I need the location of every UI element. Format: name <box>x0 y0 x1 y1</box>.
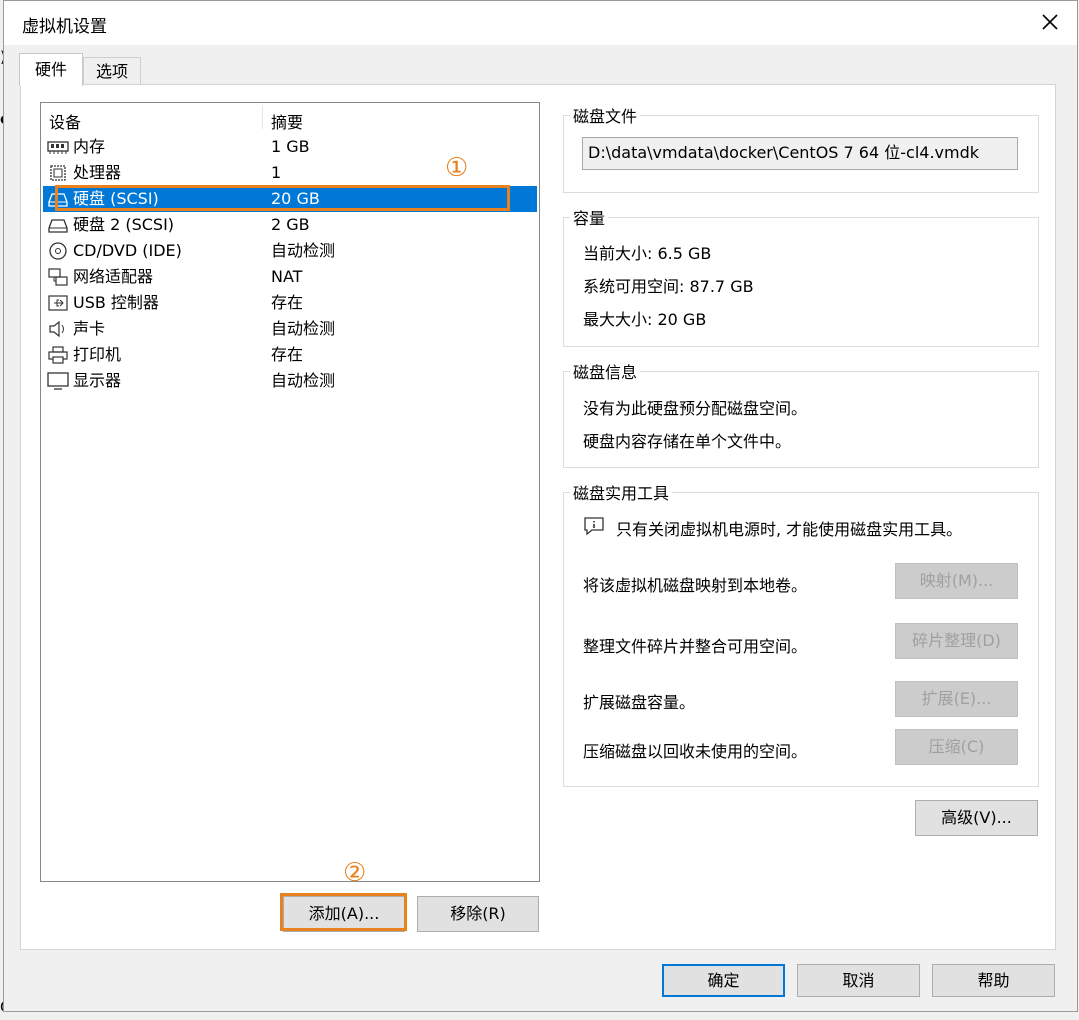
cd-dvd-icon <box>46 242 70 260</box>
tab-hardware-label: 硬件 <box>34 60 67 79</box>
tab-hardware[interactable]: 硬件 <box>19 53 83 86</box>
cancel-button[interactable]: 取消 <box>797 964 920 997</box>
harddisk-icon <box>46 216 70 234</box>
title-bar: 虚拟机设置 <box>4 1 1077 45</box>
utilities-notice: 只有关闭虚拟机电源时, 才能使用磁盘实用工具。 <box>616 520 963 539</box>
device-list[interactable]: 设备 摘要 内存 1 GB 处理器 1 硬盘 (SCSI) 20 GB 硬盘 2… <box>40 102 540 882</box>
capacity-legend: 容量 <box>570 205 609 229</box>
window-title: 虚拟机设置 <box>22 17 107 37</box>
device-summary: 1 GB <box>271 137 310 156</box>
device-name: USB 控制器 <box>73 293 159 312</box>
close-button[interactable] <box>1037 9 1063 35</box>
compact-button[interactable]: 压缩(C) <box>895 729 1018 765</box>
info-icon <box>583 516 605 536</box>
sound-icon <box>46 320 70 338</box>
current-size: 当前大小: 6.5 GB <box>583 244 712 263</box>
disk-utilities-legend: 磁盘实用工具 <box>570 480 673 504</box>
device-summary: 存在 <box>271 345 304 364</box>
device-summary: 自动检测 <box>271 241 336 260</box>
max-size: 最大大小: 20 GB <box>583 310 707 329</box>
usb-icon <box>46 294 70 312</box>
expand-button[interactable]: 扩展(E)... <box>895 681 1018 717</box>
tab-options-label: 选项 <box>95 62 128 81</box>
device-name: 硬盘 2 (SCSI) <box>73 215 175 234</box>
annotation-marker-1: ① <box>445 153 469 183</box>
device-row-cd-dvd[interactable]: CD/DVD (IDE) 自动检测 <box>43 238 537 264</box>
map-button[interactable]: 映射(M)... <box>895 563 1018 599</box>
device-name: 网络适配器 <box>73 267 154 286</box>
remove-button[interactable]: 移除(R) <box>417 896 539 932</box>
add-button[interactable]: 添加(A)... <box>283 896 405 932</box>
processor-icon <box>46 164 70 182</box>
close-icon <box>1042 14 1058 30</box>
printer-icon <box>46 346 70 364</box>
disk-file-path[interactable]: D:\data\vmdata\docker\CentOS 7 64 位-cl4.… <box>582 137 1018 170</box>
memory-icon <box>46 138 70 156</box>
disk-info-line1: 没有为此硬盘预分配磁盘空间。 <box>583 399 808 418</box>
disk-info-group: 磁盘信息 <box>563 359 1039 468</box>
advanced-button[interactable]: 高级(V)... <box>915 800 1038 836</box>
ok-button[interactable]: 确定 <box>662 964 785 997</box>
device-row-sound[interactable]: 声卡 自动检测 <box>43 316 537 342</box>
annotation-marker-2: ② <box>343 858 367 888</box>
column-separator[interactable] <box>262 105 263 129</box>
device-summary: 存在 <box>271 293 304 312</box>
harddisk-icon <box>46 190 70 208</box>
device-row-usb[interactable]: USB 控制器 存在 <box>43 290 537 316</box>
device-name: 声卡 <box>73 319 106 338</box>
available-space: 系统可用空间: 87.7 GB <box>583 277 754 296</box>
help-button[interactable]: 帮助 <box>932 964 1055 997</box>
device-summary: NAT <box>271 267 303 286</box>
defrag-description: 整理文件碎片并整合可用空间。 <box>583 637 808 656</box>
disk-file-legend: 磁盘文件 <box>570 103 641 127</box>
tab-options[interactable]: 选项 <box>83 57 141 85</box>
device-name: CD/DVD (IDE) <box>73 241 182 260</box>
device-row-harddisk[interactable]: 硬盘 (SCSI) 20 GB <box>43 186 537 212</box>
device-summary: 20 GB <box>271 189 320 208</box>
device-name: 硬盘 (SCSI) <box>73 189 159 208</box>
column-header-device[interactable]: 设备 <box>49 109 81 133</box>
device-name: 内存 <box>73 137 106 156</box>
device-summary: 自动检测 <box>271 371 336 390</box>
device-name: 显示器 <box>73 371 122 390</box>
device-row-display[interactable]: 显示器 自动检测 <box>43 368 537 394</box>
device-summary: 自动检测 <box>271 319 336 338</box>
device-summary: 2 GB <box>271 215 310 234</box>
defragment-button[interactable]: 碎片整理(D) <box>895 623 1018 659</box>
device-row-printer[interactable]: 打印机 存在 <box>43 342 537 368</box>
display-icon <box>46 372 70 390</box>
column-header-summary[interactable]: 摘要 <box>271 109 303 133</box>
device-summary: 1 <box>271 163 282 182</box>
disk-info-legend: 磁盘信息 <box>570 359 641 383</box>
compact-description: 压缩磁盘以回收未使用的空间。 <box>583 742 808 761</box>
device-row-network[interactable]: 网络适配器 NAT <box>43 264 537 290</box>
device-row-harddisk-2[interactable]: 硬盘 2 (SCSI) 2 GB <box>43 212 537 238</box>
expand-description: 扩展磁盘容量。 <box>583 693 696 712</box>
device-name: 打印机 <box>73 345 122 364</box>
disk-info-line2: 硬盘内容存储在单个文件中。 <box>583 432 792 451</box>
network-icon <box>46 268 70 286</box>
device-name: 处理器 <box>73 163 122 182</box>
map-description: 将该虚拟机磁盘映射到本地卷。 <box>583 576 808 595</box>
